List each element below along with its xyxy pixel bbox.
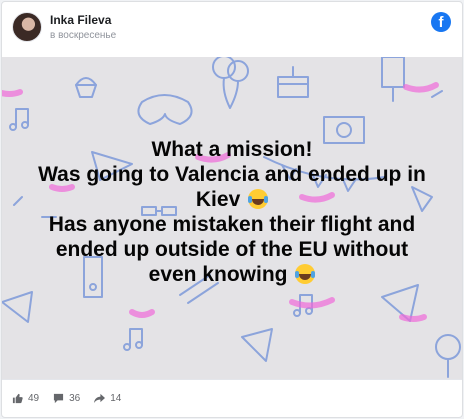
- comments-stat[interactable]: 36: [53, 393, 80, 404]
- caption-line-4: Has anyone mistaken their flight and: [48, 213, 416, 236]
- avatar[interactable]: [12, 12, 42, 42]
- likes-stat[interactable]: 49: [12, 393, 39, 404]
- face-with-tears-of-joy-icon: [295, 264, 316, 284]
- facebook-icon[interactable]: f: [431, 12, 451, 32]
- post-header: Inka Fileva в воскресенье f: [2, 2, 462, 57]
- share-icon: [94, 393, 106, 404]
- post-caption: What a mission! Was going to Valencia an…: [2, 137, 462, 287]
- thumbs-up-icon: [12, 393, 23, 404]
- likes-count: 49: [28, 393, 40, 404]
- post-card: Inka Fileva в воскресенье f What a missi…: [1, 1, 463, 418]
- caption-line-3: Kiev: [2, 187, 462, 212]
- post-timestamp[interactable]: в воскресенье: [50, 30, 116, 41]
- post-footer: 49 36 14: [2, 379, 462, 417]
- caption-line-2: Was going to Valencia and ended up in: [38, 163, 426, 186]
- comment-icon: [54, 393, 64, 404]
- post-image[interactable]: What a mission! Was going to Valencia an…: [2, 57, 462, 379]
- shares-stat[interactable]: 14: [94, 393, 121, 404]
- caption-line-6: even knowing: [2, 262, 462, 287]
- caption-line-1: What a mission!: [151, 138, 313, 161]
- comments-count: 36: [69, 393, 81, 404]
- author-name[interactable]: Inka Fileva: [50, 13, 111, 27]
- caption-line-5: ended up outside of the EU without: [55, 238, 409, 261]
- shares-count: 14: [110, 393, 122, 404]
- face-with-tears-of-joy-icon: [248, 189, 269, 209]
